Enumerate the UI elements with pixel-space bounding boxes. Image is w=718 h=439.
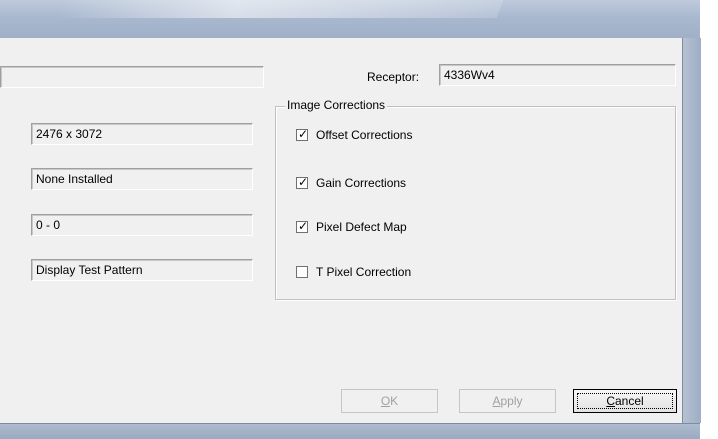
checkbox-gain-corrections[interactable]: ✓ Gain Corrections [296,175,406,191]
top-left-field[interactable] [0,66,264,88]
title-bar-glare [56,0,504,18]
ok-button[interactable]: OK [341,389,438,413]
cancel-button[interactable]: Cancel [573,389,677,413]
checkbox-box[interactable]: ✓ [296,175,309,189]
image-corrections-title: Image Corrections [285,98,388,112]
apply-accel: A [492,394,501,408]
window-frame-right [682,38,701,423]
receptor-field[interactable]: 4336Wv4 [439,64,676,86]
check-icon: ✓ [298,127,309,141]
checkbox-label: Offset Corrections [316,128,413,142]
check-icon: ✓ [298,175,309,189]
installed-field[interactable]: None Installed [31,168,253,190]
window-frame-bottom [0,423,700,439]
checkbox-box[interactable]: ✓ [296,266,308,278]
check-icon: ✓ [298,219,309,233]
checkbox-box[interactable]: ✓ [296,127,309,141]
apply-rest: pply [500,394,523,408]
ok-accel: O [380,394,391,408]
checkbox-t-pixel-correction[interactable]: ✓ T Pixel Correction [296,264,411,280]
resolution-field[interactable]: 2476 x 3072 [31,123,253,145]
range-field[interactable]: 0 - 0 [31,214,253,236]
checkbox-label: Pixel Defect Map [316,220,407,234]
window-title-bar[interactable] [0,0,700,39]
apply-button[interactable]: Apply [459,389,556,413]
checkbox-label: T Pixel Correction [316,265,412,279]
display-pattern-field[interactable]: Display Test Pattern [31,259,253,281]
checkbox-box[interactable]: ✓ [296,219,309,233]
checkbox-label: Gain Corrections [316,176,407,190]
focus-rect [577,393,673,409]
receptor-label: Receptor: [367,70,420,84]
checkbox-pixel-defect-map[interactable]: ✓ Pixel Defect Map [296,219,407,235]
ok-rest: K [390,394,399,408]
checkbox-offset-corrections[interactable]: ✓ Offset Corrections [296,127,412,143]
